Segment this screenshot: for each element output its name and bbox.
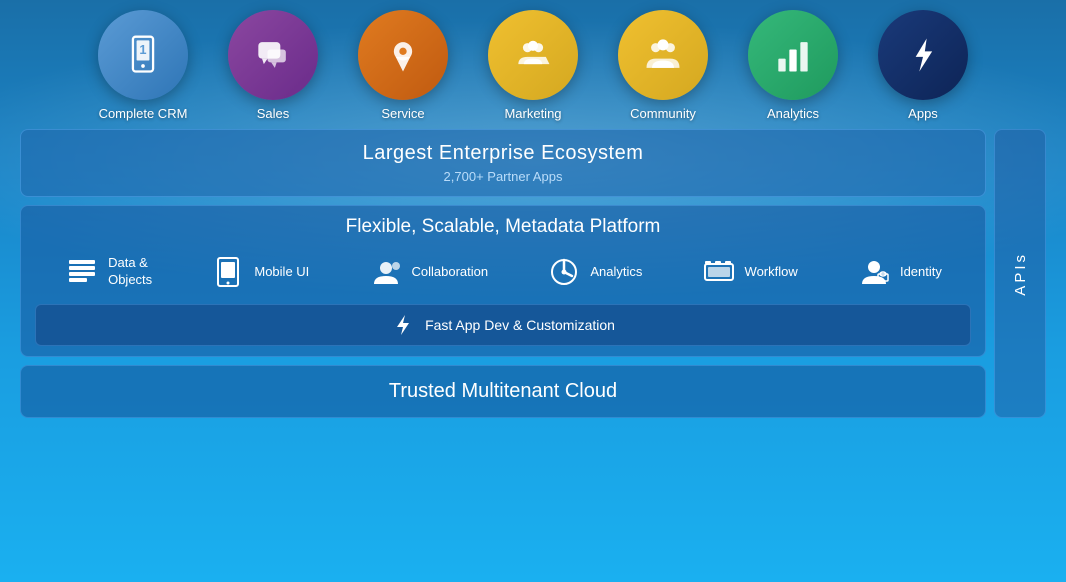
collaboration-icon [368,254,404,290]
icon-item-apps[interactable]: Apps [863,10,983,121]
ecosystem-panel: Largest Enterprise Ecosystem 2,700+ Part… [20,129,986,197]
icon-item-service[interactable]: Service [343,10,463,121]
icon-item-marketing[interactable]: Marketing [473,10,593,121]
identity-icon-svg [858,256,890,288]
icon-item-community[interactable]: Community [603,10,723,121]
main-content: Largest Enterprise Ecosystem 2,700+ Part… [20,129,1046,418]
community-label: Community [630,106,696,121]
mobile-ui-icon [210,254,246,290]
sales-circle [228,10,318,100]
community-circle [618,10,708,100]
feature-workflow: Workflow [701,254,798,290]
center-panels: Largest Enterprise Ecosystem 2,700+ Part… [20,129,986,418]
collaboration-label: Collaboration [412,264,489,281]
apis-panel: APIs [994,129,1046,418]
identity-icon [856,254,892,290]
service-circle [358,10,448,100]
trusted-title: Trusted Multitenant Cloud [41,380,965,403]
feature-identity: Identity [856,254,942,290]
crm-circle: 1 [98,10,188,100]
analytics-feat-label: Analytics [590,264,642,281]
icon-item-crm[interactable]: 1 Complete CRM [83,10,203,121]
collab-icon-svg [370,256,402,288]
platform-title: Flexible, Scalable, Metadata Platform [35,216,971,238]
sales-icon [251,33,295,77]
marketing-label: Marketing [504,106,561,121]
features-row: Data &Objects Mobile UI [35,248,971,296]
lightning-icon [391,313,415,337]
platform-panel: Flexible, Scalable, Metadata Platform Da… [20,205,986,357]
apps-circle [878,10,968,100]
workflow-icon [701,254,737,290]
crm-label: Complete CRM [99,106,188,121]
marketing-icon [511,33,555,77]
workflow-icon-svg [703,256,735,288]
ecosystem-subtitle: 2,700+ Partner Apps [41,169,965,184]
sales-label: Sales [257,106,290,121]
feature-collaboration: Collaboration [368,254,489,290]
workflow-label: Workflow [745,264,798,281]
analytics-feat-svg [548,256,580,288]
icon-item-analytics[interactable]: Analytics [733,10,853,121]
analytics-icon [771,33,815,77]
trusted-panel: Trusted Multitenant Cloud [20,365,986,418]
identity-label: Identity [900,264,942,281]
analytics-label: Analytics [767,106,819,121]
apis-label: APIs [1012,252,1029,296]
community-icon [641,33,685,77]
apps-icon [901,33,945,77]
data-icon-svg [66,256,98,288]
data-objects-label: Data &Objects [108,255,152,289]
marketing-circle [488,10,578,100]
service-label: Service [381,106,424,121]
crm-icon: 1 [121,33,165,77]
feature-mobile-ui: Mobile UI [210,254,309,290]
fast-app-bar: Fast App Dev & Customization [35,304,971,346]
analytics-circle [748,10,838,100]
ecosystem-title: Largest Enterprise Ecosystem [41,142,965,165]
feature-analytics: Analytics [546,254,642,290]
mobile-ui-label: Mobile UI [254,264,309,281]
mobile-icon-svg [212,256,244,288]
apps-label: Apps [908,106,938,121]
feature-data-objects: Data &Objects [64,254,152,290]
data-objects-icon [64,254,100,290]
analytics-feat-icon [546,254,582,290]
top-icons-row: 1 Complete CRM Sales Servic [0,0,1066,121]
fast-app-label: Fast App Dev & Customization [425,317,615,333]
service-icon [381,33,425,77]
svg-text:1: 1 [139,42,146,57]
icon-item-sales[interactable]: Sales [213,10,333,121]
